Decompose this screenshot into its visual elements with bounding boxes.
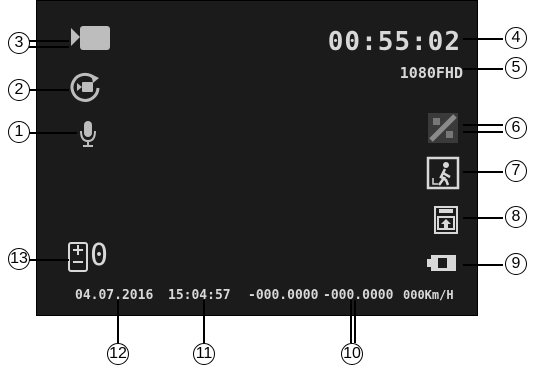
callout-7: 7 xyxy=(505,160,527,182)
callout-line-3 xyxy=(29,40,69,42)
callout-9: 9 xyxy=(505,253,527,275)
callout-5: 5 xyxy=(505,57,527,79)
callout-10: 10 xyxy=(341,343,363,365)
callout-line-6 xyxy=(463,124,503,126)
resolution-label: 1080FHD xyxy=(399,64,463,82)
exposure-indicator: 0 xyxy=(67,239,110,275)
callout-line-9 xyxy=(463,264,503,266)
date-label: 04.07.2016 xyxy=(75,288,154,303)
clock-label: 15:04:57 xyxy=(168,288,231,303)
recording-time: 00:55:02 xyxy=(327,27,461,57)
callout-line-13 xyxy=(29,259,69,261)
battery-icon xyxy=(427,255,456,271)
callout-line-10b xyxy=(354,300,356,343)
video-camera-icon xyxy=(71,26,110,50)
sd-card-icon xyxy=(434,206,458,234)
callout-4: 4 xyxy=(505,27,527,49)
loop-recording-icon xyxy=(70,72,100,102)
longitude-label: -000.0000 xyxy=(323,288,394,303)
callout-line-5 xyxy=(463,68,503,70)
callout-6: 6 xyxy=(505,117,527,139)
callout-13: 13 xyxy=(8,248,30,270)
callout-line-3b xyxy=(29,46,69,48)
exposure-icon xyxy=(68,242,88,272)
callout-12: 12 xyxy=(107,343,129,365)
callout-1: 1 xyxy=(8,121,30,143)
latitude-label: -000.0000 xyxy=(248,288,319,303)
callout-line-8 xyxy=(463,217,503,219)
gps-satellite-icon xyxy=(428,113,458,143)
camera-screen: 00:55:02 1080FHD 0 04.07.2016 15:04:57 -… xyxy=(36,0,478,316)
callout-line-11 xyxy=(203,300,205,343)
microphone-icon xyxy=(80,121,96,147)
callout-3: 3 xyxy=(8,32,30,54)
motion-detection-icon xyxy=(426,156,460,190)
callout-line-2 xyxy=(29,89,69,91)
callout-line-6b xyxy=(463,131,503,133)
callout-2: 2 xyxy=(8,79,30,101)
callout-8: 8 xyxy=(505,206,527,228)
exposure-value: 0 xyxy=(90,238,109,273)
callout-line-4 xyxy=(463,38,503,40)
callout-11: 11 xyxy=(193,343,215,365)
callout-line-7 xyxy=(463,171,503,173)
callout-line-1 xyxy=(29,132,77,134)
speed-label: 000Km/H xyxy=(403,288,454,302)
callout-line-12 xyxy=(117,300,119,343)
callout-line-10 xyxy=(350,300,352,343)
